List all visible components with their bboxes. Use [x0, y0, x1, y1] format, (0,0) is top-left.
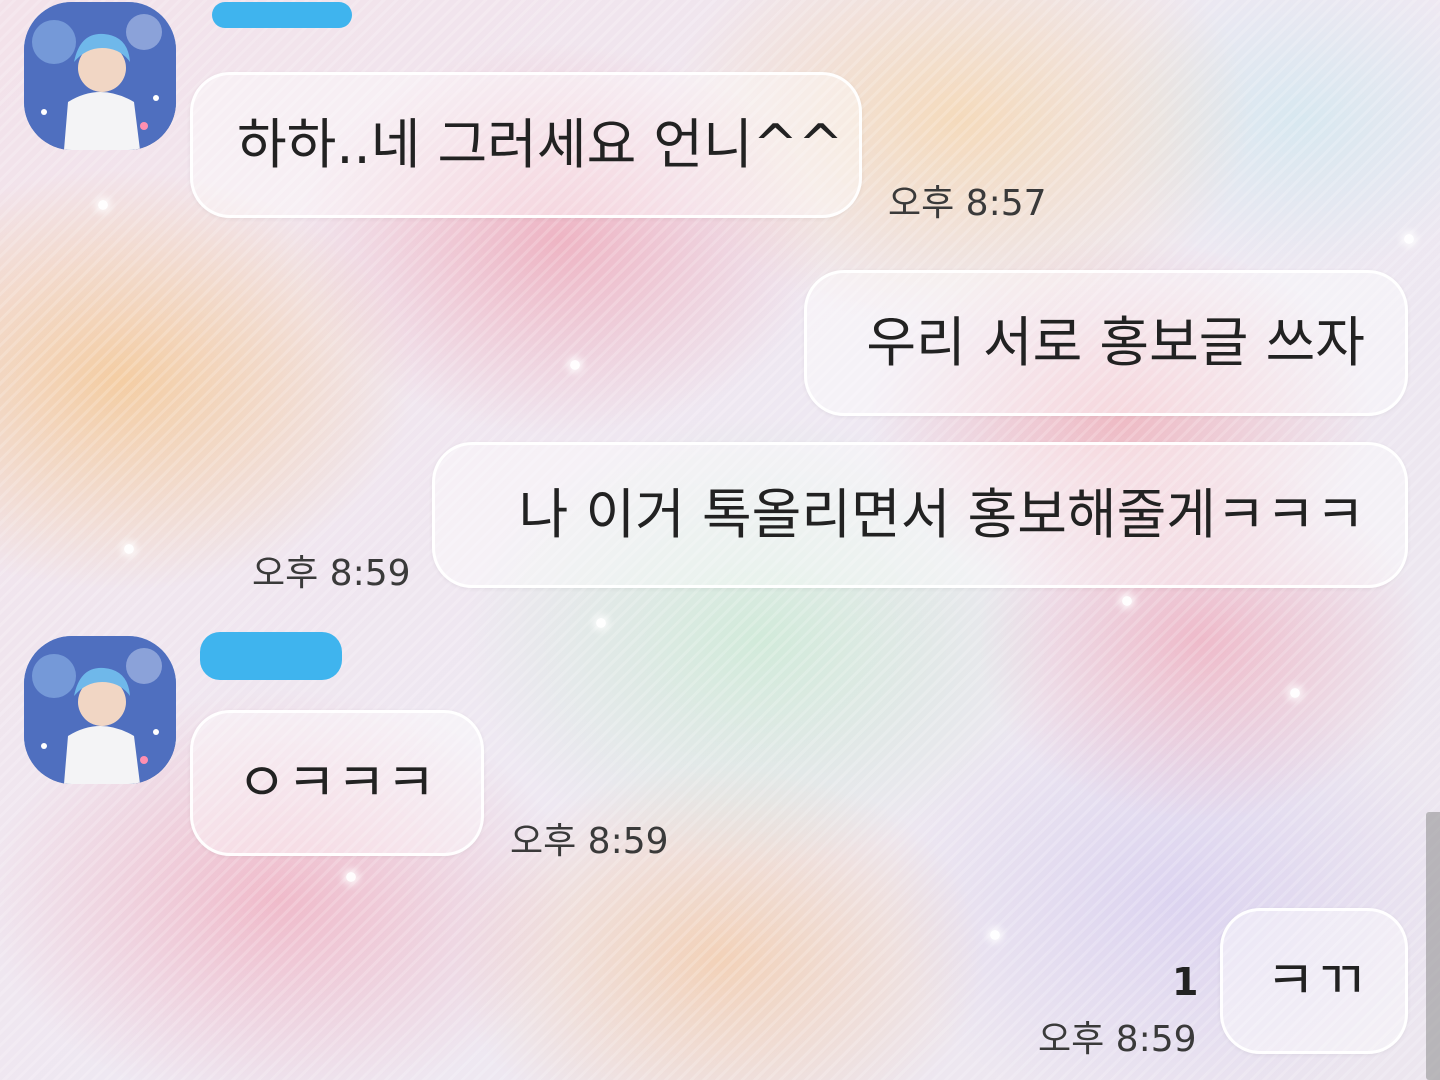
message-bubble[interactable]: 우리 서로 홍보글 쓰자 [804, 270, 1408, 416]
message-bubble[interactable]: ㅇㅋㅋㅋ [190, 710, 484, 856]
scrollbar[interactable] [1426, 812, 1440, 1080]
sparkle-decoration [1404, 234, 1414, 244]
message-text: 나 이거 톡올리면서 홍보해줄게ㅋㅋㅋ [518, 483, 1365, 546]
profile-photo-icon [24, 636, 176, 784]
sparkle-decoration [596, 618, 606, 628]
sender-avatar[interactable] [24, 636, 176, 784]
message-text: 하하..네 그러세요 언니^^ [237, 113, 844, 176]
message-text: ㅇㅋㅋㅋ [237, 751, 436, 814]
sparkle-decoration [990, 930, 1000, 940]
message-time: 오후 8:59 [1038, 1019, 1197, 1060]
sparkle-decoration [124, 544, 134, 554]
message-time: 오후 8:57 [888, 183, 1047, 224]
message-bubble[interactable]: ㅋㄲ [1220, 908, 1408, 1054]
unread-count: 1 [1172, 960, 1199, 1004]
message-bubble[interactable]: 나 이거 톡올리면서 홍보해줄게ㅋㅋㅋ [432, 442, 1408, 588]
sparkle-decoration [346, 872, 356, 882]
message-time: 오후 8:59 [510, 821, 669, 862]
sparkle-decoration [1290, 688, 1300, 698]
chat-screen: 하하..네 그러세요 언니^^ 오후 8:57 우리 서로 홍보글 쓰자 나 이… [0, 0, 1440, 1080]
sparkle-decoration [98, 200, 108, 210]
sender-avatar[interactable] [24, 2, 176, 150]
message-text: ㅋㄲ [1265, 949, 1365, 1012]
sparkle-decoration [1122, 596, 1132, 606]
sender-name-redacted [212, 2, 352, 28]
sparkle-decoration [570, 360, 580, 370]
profile-photo-icon [24, 2, 176, 150]
sender-name-redacted [200, 632, 342, 680]
message-time: 오후 8:59 [252, 553, 411, 594]
message-bubble[interactable]: 하하..네 그러세요 언니^^ [190, 72, 862, 218]
message-text: 우리 서로 홍보글 쓰자 [866, 311, 1365, 374]
